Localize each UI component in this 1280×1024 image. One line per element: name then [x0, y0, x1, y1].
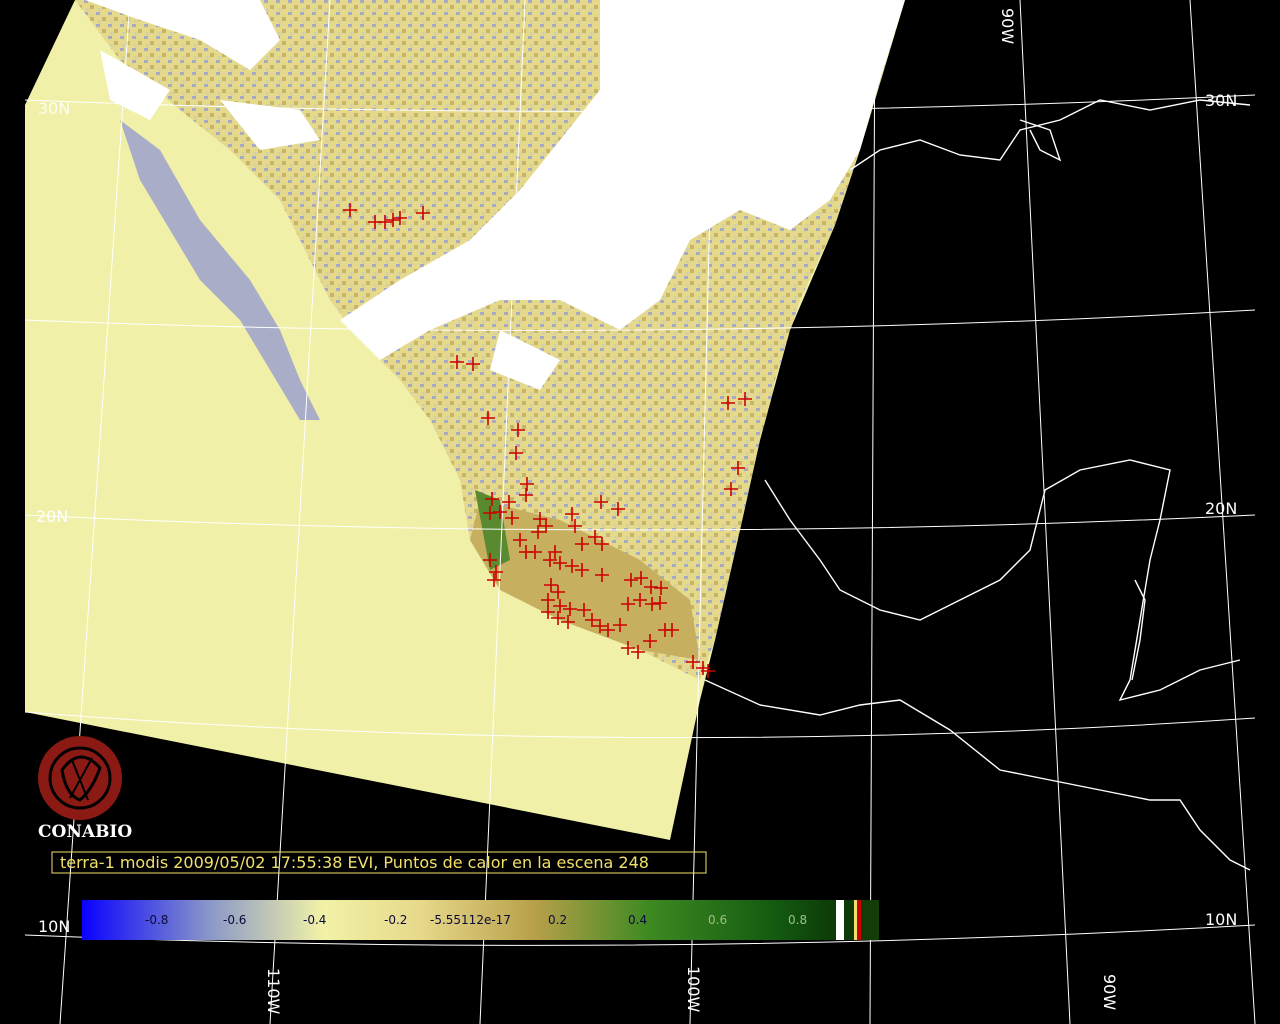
colorbar-tick: 0.2	[548, 913, 567, 927]
colorbar-red-swatch	[857, 900, 861, 940]
lon-label-90w-bottom: 90W	[1100, 974, 1119, 1010]
colorbar-tick: -5.55112e-17	[430, 913, 511, 927]
colorbar: -0.8 -0.6 -0.4 -0.2 -5.55112e-17 0.2 0.4…	[82, 900, 879, 940]
lat-label-10n-east: 10N	[1205, 910, 1237, 929]
lon-label-100w: 100W	[684, 966, 703, 1013]
colorbar-black-swatch	[844, 900, 854, 940]
colorbar-tick: -0.2	[384, 913, 407, 927]
colorbar-tick: -0.6	[223, 913, 246, 927]
lat-label-30n-west: 30N	[38, 99, 70, 118]
colorbar-tick: 0.4	[628, 913, 647, 927]
scene-caption: terra-1 modis 2009/05/02 17:55:38 EVI, P…	[51, 851, 707, 874]
colorbar-tick: -0.8	[145, 913, 168, 927]
colorbar-tick: 0.8	[788, 913, 807, 927]
colorbar-cloud-swatch	[836, 900, 844, 940]
colorbar-tick: 0.6	[708, 913, 727, 927]
conabio-logo-icon	[38, 736, 122, 820]
colorbar-yellow-swatch	[854, 900, 857, 940]
colorbar-end-swatch	[861, 900, 879, 940]
conabio-logo-text: CONABIO	[38, 822, 132, 842]
lon-label-90w-top: 90W	[998, 8, 1017, 44]
lon-label-110w: 110W	[264, 968, 283, 1015]
colorbar-tick: -0.4	[303, 913, 326, 927]
lat-label-30n-east: 30N	[1205, 91, 1237, 110]
lat-label-10n-west: 10N	[38, 917, 70, 936]
lat-label-20n-west: 20N	[36, 507, 68, 526]
conabio-logo: CONABIO	[38, 736, 132, 842]
satellite-map: 30N 20N 10N 30N 20N 10N 110W 100W 90W 90…	[24, 0, 1256, 1024]
lat-label-20n-east: 20N	[1205, 499, 1237, 518]
scene-caption-text: terra-1 modis 2009/05/02 17:55:38 EVI, P…	[60, 853, 649, 872]
